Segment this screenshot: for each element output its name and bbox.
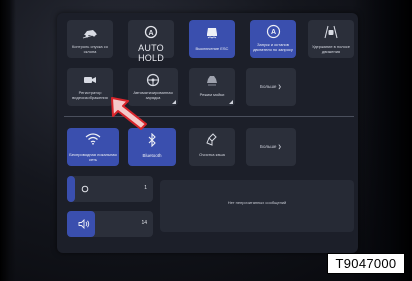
brightness-slider[interactable]: 1 — [67, 176, 153, 202]
screen-bezel-right — [352, 0, 412, 281]
tile-more-settings[interactable]: Больше ❯ — [246, 68, 296, 106]
tile-label: AUTO HOLD — [138, 43, 164, 63]
expand-corner-icon — [229, 100, 233, 104]
tile-auto-start-stop[interactable]: A Запуск и останов двигателя по запросу — [250, 20, 296, 58]
auto-hold-icon: A — [144, 25, 158, 39]
tile-label: Удержание в полосе движения — [311, 44, 351, 54]
brightness-slider-fill — [67, 176, 75, 202]
volume-icon — [78, 219, 90, 229]
wifi-icon — [85, 133, 101, 145]
tile-auto-hold[interactable]: A AUTO HOLD — [128, 20, 174, 63]
svg-text:A: A — [270, 29, 275, 36]
lane-keep-icon — [324, 25, 338, 39]
bluetooth-icon — [148, 133, 156, 147]
tile-video-recorder[interactable]: Регистратор видеоизображения — [67, 68, 113, 106]
brightness-value: 1 — [144, 185, 147, 191]
steering-wheel-icon — [146, 73, 160, 87]
pointer-arrow-icon — [111, 97, 147, 130]
tile-wireless-lan[interactable]: Беспроводная локальная сеть — [67, 128, 119, 166]
tile-lane-keeping[interactable]: Удержание в полосе движения — [308, 20, 354, 58]
tile-label: Беспроводная локальная сеть — [69, 152, 117, 162]
tile-more-connectivity[interactable]: Больше ❯ — [246, 128, 296, 166]
tile-bluetooth[interactable]: Bluetooth — [128, 128, 176, 166]
esc-off-icon — [207, 28, 217, 39]
more-link: Больше ❯ — [260, 144, 282, 149]
figure-code-label: T9047000 — [327, 253, 405, 274]
svg-text:A: A — [148, 30, 153, 37]
section-divider — [64, 116, 354, 117]
no-messages-text: Нет непрочитанных сообщений — [227, 200, 287, 205]
car-wash-icon — [207, 76, 217, 86]
more-link: Больше ❯ — [260, 84, 282, 89]
tile-esc-off[interactable]: Выключение ESC — [189, 20, 235, 58]
volume-slider[interactable]: 14 — [67, 211, 153, 237]
tile-label: Регистратор видеоизображения — [72, 90, 108, 100]
camera-icon — [84, 77, 96, 83]
volume-value: 14 — [141, 220, 147, 226]
tile-clear-cache[interactable]: Очистка кэша — [189, 128, 235, 166]
tile-label: Bluetooth — [142, 153, 162, 158]
tile-label: Режим мойки — [199, 92, 225, 97]
notifications-panel[interactable]: Нет непрочитанных сообщений — [160, 180, 354, 232]
tile-label: Контроль спуска со склона — [71, 44, 109, 54]
tile-label: Очистка кэша — [199, 152, 225, 157]
tile-car-wash-mode[interactable]: Режим мойки — [189, 68, 235, 106]
tile-label: Запуск и останов двигателя по запросу — [253, 42, 293, 52]
car-descent-icon — [82, 30, 98, 39]
brush-icon — [206, 133, 217, 146]
tile-label: Выключение ESC — [195, 46, 229, 51]
auto-start-stop-icon: A — [266, 24, 280, 39]
screen-bezel-left — [0, 0, 16, 281]
brightness-icon — [81, 185, 89, 193]
tile-hill-descent-control[interactable]: Контроль спуска со склона — [67, 20, 113, 58]
expand-corner-icon — [172, 100, 176, 104]
